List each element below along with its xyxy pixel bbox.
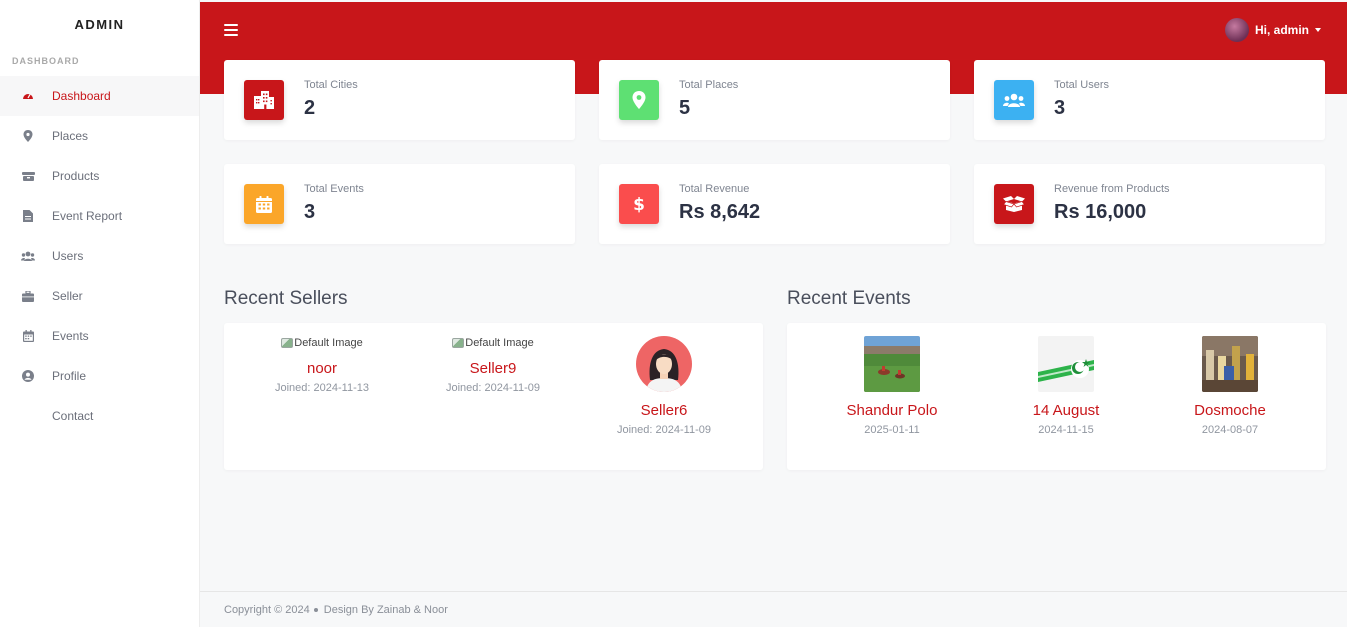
- user-greeting: Hi, admin: [1254, 23, 1309, 37]
- sidebar-item-label: Users: [52, 249, 84, 263]
- event-name[interactable]: 14 August: [996, 402, 1136, 419]
- sidebar-item-contact[interactable]: Contact: [0, 396, 199, 436]
- contact-icon: [21, 409, 35, 423]
- recent-sellers-panel: Default Image noor Joined: 2024-11-13 De…: [224, 323, 763, 470]
- file-icon: [21, 209, 35, 223]
- recent-events-title: Recent Events: [787, 288, 911, 309]
- sidebar-item-event-report[interactable]: Event Report: [0, 196, 199, 236]
- seller-image-alt: Default Image: [294, 337, 363, 349]
- stat-label: Total Cities: [304, 79, 358, 91]
- stat-card-revenue-products: Revenue from Products Rs 16,000: [974, 164, 1325, 244]
- calendar-icon: [244, 184, 284, 224]
- user-menu[interactable]: Hi, admin: [1224, 18, 1321, 42]
- seller-name[interactable]: noor: [252, 360, 392, 377]
- sidebar-item-places[interactable]: Places: [0, 116, 199, 156]
- broken-image-icon: [281, 338, 294, 348]
- recent-events-panel: Shandur Polo 2025-01-11 14 August 2024-1…: [787, 323, 1326, 470]
- sidebar-item-label: Places: [52, 129, 89, 143]
- box-icon: [994, 184, 1034, 224]
- event-card[interactable]: 14 August 2024-11-15: [996, 336, 1136, 436]
- seller-joined: Joined: 2024-11-09: [446, 382, 540, 394]
- bullet-icon: [313, 607, 318, 612]
- broken-image-icon: [452, 338, 465, 348]
- seller-name[interactable]: Seller9: [423, 360, 563, 377]
- seller-name[interactable]: Seller6: [594, 402, 734, 419]
- event-date: 2024-11-15: [1038, 424, 1094, 436]
- stat-card-total-revenue: $ Total Revenue Rs 8,642: [599, 164, 950, 244]
- seller-card[interactable]: Default Image Seller9 Joined: 2024-11-09: [423, 336, 563, 394]
- sidebar-item-profile[interactable]: Profile: [0, 356, 199, 396]
- seller-joined: Joined: 2024-11-09: [617, 424, 711, 436]
- stat-value: 3: [304, 201, 316, 223]
- stat-label: Total Places: [679, 79, 739, 91]
- sidebar-item-products[interactable]: Products: [0, 156, 199, 196]
- city-icon: [244, 80, 284, 120]
- brand-title[interactable]: ADMIN: [0, 0, 199, 48]
- users-icon: [21, 249, 35, 263]
- sidebar-item-label: Event Report: [52, 209, 123, 223]
- stat-value: Rs 16,000: [1054, 201, 1147, 223]
- event-thumbnail: [1038, 336, 1094, 392]
- stat-label: Total Revenue: [679, 183, 750, 195]
- footer: Copyright © 2024 Design By Zainab & Noor: [200, 591, 1347, 627]
- sidebar-item-label: Contact: [52, 409, 94, 423]
- sidebar-item-events[interactable]: Events: [0, 316, 199, 356]
- event-name[interactable]: Shandur Polo: [822, 402, 962, 419]
- seller-image: Default Image: [252, 336, 392, 350]
- map-pin-icon: [21, 129, 35, 143]
- event-date: 2024-08-07: [1201, 424, 1259, 436]
- user-circle-icon: [21, 369, 35, 383]
- seller-image: Default Image: [423, 336, 563, 350]
- stat-value: 5: [679, 97, 691, 119]
- event-card[interactable]: Shandur Polo 2025-01-11: [822, 336, 962, 436]
- sidebar-item-seller[interactable]: Seller: [0, 276, 199, 316]
- stat-card-total-users: Total Users 3: [974, 60, 1325, 140]
- event-date: 2025-01-11: [864, 424, 920, 436]
- stat-value: 2: [304, 97, 316, 119]
- sidebar-item-label: Seller: [52, 289, 83, 303]
- event-card[interactable]: Dosmoche 2024-08-07: [1160, 336, 1300, 436]
- sidebar-section-label: DASHBOARD: [12, 56, 80, 66]
- caret-down-icon: [1315, 28, 1321, 32]
- sidebar-item-label: Products: [52, 169, 100, 183]
- briefcase-icon: [21, 289, 35, 303]
- stat-value: 3: [1054, 97, 1066, 119]
- calendar-icon: [21, 329, 35, 343]
- stat-label: Revenue from Products: [1054, 183, 1170, 195]
- sidebar: ADMIN DASHBOARD Dashboard Places Product…: [0, 0, 200, 627]
- seller-image-alt: Default Image: [465, 337, 534, 349]
- recent-sellers-title: Recent Sellers: [224, 288, 348, 309]
- footer-credit: Design By Zainab & Noor: [323, 603, 448, 616]
- sidebar-item-label: Dashboard: [52, 89, 111, 103]
- stat-label: Total Users: [1054, 79, 1110, 91]
- seller-avatar: [636, 336, 692, 392]
- sidebar-item-label: Profile: [52, 369, 87, 383]
- avatar: [1224, 18, 1249, 42]
- users-icon: [994, 80, 1034, 120]
- products-icon: [21, 169, 35, 183]
- hamburger-icon[interactable]: [224, 24, 238, 36]
- stat-card-total-cities: Total Cities 2: [224, 60, 575, 140]
- stat-value: Rs 8,642: [679, 201, 761, 223]
- map-pin-icon: [619, 80, 659, 120]
- dollar-icon: $: [619, 184, 659, 224]
- event-thumbnail: [1202, 336, 1258, 392]
- svg-text:$: $: [633, 195, 645, 214]
- gauge-icon: [21, 89, 35, 103]
- seller-card[interactable]: Seller6 Joined: 2024-11-09: [594, 336, 734, 436]
- sidebar-item-dashboard[interactable]: Dashboard: [0, 76, 199, 116]
- sidebar-item-users[interactable]: Users: [0, 236, 199, 276]
- stat-label: Total Events: [304, 183, 364, 195]
- stat-card-total-events: Total Events 3: [224, 164, 575, 244]
- sidebar-item-label: Events: [52, 329, 89, 343]
- event-thumbnail: [864, 336, 920, 392]
- seller-card[interactable]: Default Image noor Joined: 2024-11-13: [252, 336, 392, 394]
- seller-joined: Joined: 2024-11-13: [275, 382, 369, 394]
- event-name[interactable]: Dosmoche: [1160, 402, 1300, 419]
- footer-copyright: Copyright © 2024: [224, 603, 310, 616]
- stat-card-total-places: Total Places 5: [599, 60, 950, 140]
